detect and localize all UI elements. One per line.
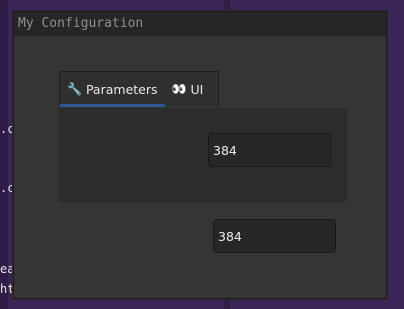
window-value-input[interactable] bbox=[213, 219, 336, 253]
tab-ui-label: UI bbox=[190, 81, 204, 97]
tab-bar: 🔧 Parameters 👀 UI bbox=[59, 71, 219, 107]
eyes-icon: 👀 bbox=[171, 82, 187, 96]
tab-parameters-label: Parameters bbox=[85, 81, 158, 97]
window-title: My Configuration bbox=[18, 16, 144, 31]
parameter-value-input[interactable] bbox=[208, 133, 331, 167]
window-titlebar[interactable]: My Configuration bbox=[14, 12, 386, 36]
configuration-window: My Configuration 🔧 Parameters 👀 UI bbox=[13, 11, 387, 299]
tab-ui[interactable]: 👀 UI bbox=[165, 72, 211, 106]
wrench-icon: 🔧 bbox=[67, 82, 82, 96]
tab-parameters[interactable]: 🔧 Parameters bbox=[60, 72, 165, 107]
